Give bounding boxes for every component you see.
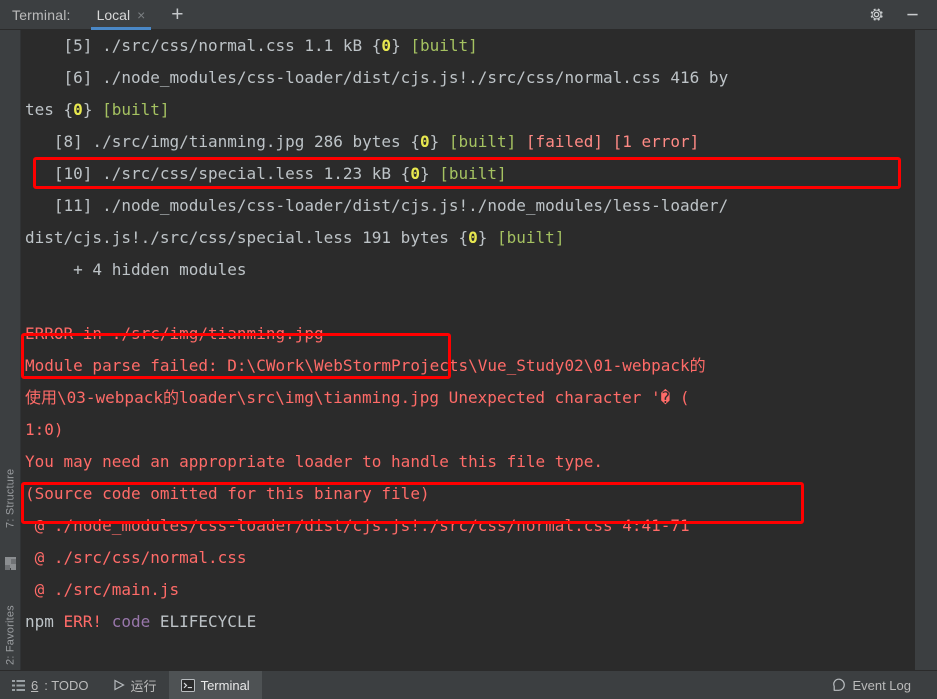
line-6-wrap: tes {0} [built] bbox=[21, 94, 915, 126]
terminal-text-span: 0 bbox=[381, 36, 392, 55]
status-todo-label: : TODO bbox=[44, 677, 89, 693]
terminal-text-span: [5] ./src/css/normal.css 1.1 kB { bbox=[25, 36, 382, 55]
terminal-toolbar: Terminal: Local × + bbox=[0, 0, 937, 30]
toolbar-actions bbox=[867, 6, 937, 24]
status-right-group: Event Log bbox=[820, 671, 937, 699]
terminal-text-span: [6] ./node_modules/css-loader/dist/cjs.j… bbox=[25, 68, 729, 87]
line-parse-fail: Module parse failed: D:\CWork\WebStormPr… bbox=[21, 350, 915, 382]
line-parse-pos: 1:0) bbox=[21, 414, 915, 446]
terminal-text-span: } bbox=[419, 164, 440, 183]
terminal-text-span bbox=[25, 292, 35, 311]
status-item-run[interactable]: 运行 bbox=[101, 671, 169, 699]
new-terminal-tab-button[interactable]: + bbox=[167, 4, 187, 25]
terminal-scrollbar-track[interactable] bbox=[915, 30, 937, 670]
terminal-tab-label: Local bbox=[96, 6, 131, 23]
bell-icon bbox=[832, 678, 846, 692]
status-item-event-log[interactable]: Event Log bbox=[820, 671, 923, 699]
terminal-text-span: [10] ./src/css/special.less 1.23 kB { bbox=[25, 164, 411, 183]
terminal-text-span: @ ./node_modules/css-loader/dist/cjs.js!… bbox=[25, 516, 690, 535]
terminal-text-span: } bbox=[477, 228, 498, 247]
terminal-text-span: (Source code omitted for this binary fil… bbox=[25, 484, 430, 503]
terminal-text-span: code bbox=[111, 612, 160, 631]
close-icon[interactable]: × bbox=[137, 8, 145, 22]
terminal-text-span: 0 bbox=[410, 164, 420, 183]
line-loader-hint: You may need an appropriate loader to ha… bbox=[21, 446, 915, 478]
terminal-text-span: ELIFECYCLE bbox=[159, 612, 257, 631]
terminal-tab-local[interactable]: Local × bbox=[90, 0, 152, 30]
terminal-text-span: You may need an appropriate loader to ha… bbox=[25, 452, 603, 471]
terminal-text-span: dist/cjs.js!./src/css/special.less 191 b… bbox=[25, 228, 469, 247]
terminal-text-span: } bbox=[82, 100, 103, 119]
terminal-text-span: } bbox=[391, 36, 411, 55]
line-blank-1 bbox=[21, 286, 915, 318]
terminal-text-span: npm bbox=[25, 612, 64, 631]
status-item-terminal[interactable]: Terminal bbox=[168, 670, 262, 699]
line-error-head: ERROR in ./src/img/tianming.jpg bbox=[21, 318, 915, 350]
line-6: [6] ./node_modules/css-loader/dist/cjs.j… bbox=[21, 62, 915, 94]
line-10: [10] ./src/css/special.less 1.23 kB {0} … bbox=[21, 158, 915, 190]
terminal-text-span: 0 bbox=[419, 132, 430, 151]
status-bar: 6 : TODO 运行 Terminal Event Log bbox=[0, 670, 937, 699]
terminal-text-span: 使用\03-webpack的loader\src\img\tianming.jp… bbox=[25, 388, 690, 407]
terminal-text-span: 0 bbox=[468, 228, 478, 247]
terminal-text-span: [built] bbox=[102, 100, 170, 119]
terminal-text-span: + 4 hidden modules bbox=[25, 260, 247, 279]
line-npm-err: npm ERR! code ELIFECYCLE bbox=[21, 606, 915, 638]
terminal-text-span: [failed] [1 error] bbox=[525, 132, 700, 151]
line-11-wrap: dist/cjs.js!./src/css/special.less 191 b… bbox=[21, 222, 915, 254]
terminal-text-span: 1:0) bbox=[25, 420, 64, 439]
terminal-text-span: Module parse failed: D:\CWork\WebStormPr… bbox=[25, 356, 706, 375]
line-5: [5] ./src/css/normal.css 1.1 kB {0} [bui… bbox=[21, 30, 915, 62]
terminal-text-span: [built] bbox=[439, 164, 507, 183]
line-hidden: + 4 hidden modules bbox=[21, 254, 915, 286]
terminal-text-span: @ ./src/main.js bbox=[25, 580, 180, 599]
status-terminal-label: Terminal bbox=[200, 677, 250, 693]
status-run-label: 运行 bbox=[130, 678, 157, 694]
status-todo-mnemonic: 6 bbox=[31, 677, 39, 693]
line-at-3: @ ./src/main.js bbox=[21, 574, 915, 606]
terminal-text-span: } bbox=[429, 132, 449, 151]
play-icon bbox=[113, 679, 125, 691]
terminal-text-span: ERR! bbox=[63, 612, 112, 631]
terminal-icon bbox=[180, 678, 195, 692]
terminal-text-span: [11] ./node_modules/css-loader/dist/cjs.… bbox=[25, 196, 729, 215]
list-icon bbox=[12, 679, 25, 692]
gear-icon[interactable] bbox=[867, 6, 885, 24]
terminal-text-span: @ ./src/css/normal.css bbox=[25, 548, 247, 567]
terminal-text-span: tes { bbox=[25, 100, 74, 119]
terminal-panel-label: Terminal: bbox=[12, 6, 71, 23]
terminal-text-span: ERROR in ./src/img/tianming.jpg bbox=[25, 324, 324, 343]
terminal-output[interactable]: [5] ./src/css/normal.css 1.1 kB {0} [bui… bbox=[21, 30, 915, 670]
terminal-text-span: 0 bbox=[73, 100, 83, 119]
rail-item-structure[interactable]: 7: Structure bbox=[0, 450, 21, 546]
line-parse-fail-wrap: 使用\03-webpack的loader\src\img\tianming.jp… bbox=[21, 382, 915, 414]
line-at-1: @ ./node_modules/css-loader/dist/cjs.js!… bbox=[21, 510, 915, 542]
ide-window: Terminal: Local × + 7: Structure 2: Favo… bbox=[0, 0, 937, 699]
status-item-todo[interactable]: 6 : TODO bbox=[0, 671, 101, 699]
structure-icon bbox=[5, 557, 16, 570]
line-11: [11] ./node_modules/css-loader/dist/cjs.… bbox=[21, 190, 915, 222]
minimize-icon[interactable] bbox=[903, 6, 921, 24]
terminal-text-span: [built] bbox=[448, 132, 526, 151]
terminal-text-span: [8] ./src/img/tianming.jpg 286 bytes { bbox=[25, 132, 420, 151]
line-8: [8] ./src/img/tianming.jpg 286 bytes {0}… bbox=[21, 126, 915, 158]
line-source-omitted: (Source code omitted for this binary fil… bbox=[21, 478, 915, 510]
left-tool-rail: 7: Structure 2: Favorites bbox=[0, 30, 21, 699]
status-event-log-label: Event Log bbox=[852, 677, 911, 693]
terminal-text-span: [built] bbox=[497, 228, 565, 247]
terminal-text-span: [built] bbox=[410, 36, 478, 55]
line-at-2: @ ./src/css/normal.css bbox=[21, 542, 915, 574]
